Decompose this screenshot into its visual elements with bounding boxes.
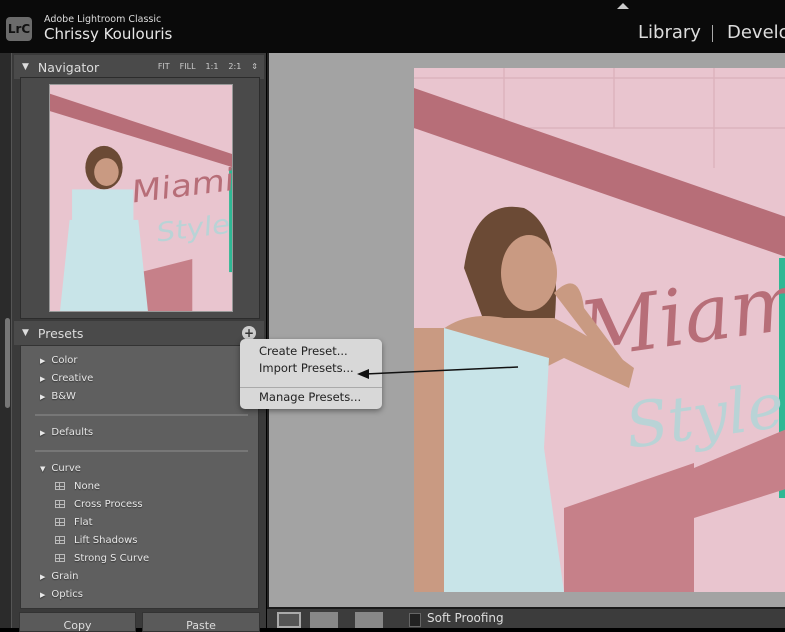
menu-create-preset[interactable]: Create Preset... bbox=[259, 344, 348, 358]
menu-import-presets[interactable]: Import Presets... bbox=[259, 361, 354, 375]
copy-button[interactable]: Copy bbox=[19, 612, 136, 632]
loupe-view-button[interactable] bbox=[277, 612, 301, 628]
paste-button[interactable]: Paste bbox=[142, 612, 260, 632]
preset-item[interactable]: Strong S Curve bbox=[55, 553, 149, 564]
preset-group-bw[interactable]: ▶ B&W bbox=[40, 391, 76, 402]
navigator-preview[interactable]: Miami Style bbox=[20, 77, 260, 319]
image-view: Miami Style bbox=[267, 53, 785, 607]
lrc-logo: LrC bbox=[6, 17, 32, 41]
left-panel-edge bbox=[0, 53, 12, 628]
preset-item[interactable]: Flat bbox=[55, 517, 93, 528]
preset-group-optics[interactable]: ▶ Optics bbox=[40, 589, 83, 600]
collapse-triangle-icon: ▼ bbox=[22, 62, 29, 72]
soft-proofing-label: Soft Proofing bbox=[427, 611, 504, 625]
collapse-top-panel-icon[interactable] bbox=[617, 3, 629, 9]
preset-item[interactable]: Lift Shadows bbox=[55, 535, 137, 546]
annotation-arrow-icon bbox=[357, 366, 519, 379]
app-name: Adobe Lightroom Classic bbox=[44, 14, 162, 25]
preset-group-color[interactable]: ▶ Color bbox=[40, 355, 78, 366]
swap-button[interactable] bbox=[355, 612, 383, 628]
preset-icon bbox=[55, 500, 65, 508]
main-photo[interactable]: Miami Style bbox=[414, 68, 785, 592]
navigator-thumbnail[interactable]: Miami Style bbox=[49, 84, 233, 312]
preset-item[interactable]: None bbox=[55, 481, 100, 492]
preset-icon bbox=[55, 536, 65, 544]
add-preset-icon[interactable]: + bbox=[242, 326, 256, 340]
preset-icon bbox=[55, 554, 65, 562]
navigator-title: Navigator bbox=[37, 59, 100, 75]
module-separator bbox=[712, 25, 713, 42]
soft-proofing-checkbox[interactable] bbox=[409, 613, 421, 627]
collapse-triangle-icon: ▼ bbox=[22, 328, 29, 338]
module-develop[interactable]: Develo bbox=[727, 22, 785, 43]
navigator-header[interactable]: ▼ Navigator FIT FILL 1:1 2:1 ⇕ bbox=[14, 55, 264, 79]
user-name: Chrissy Koulouris bbox=[44, 25, 173, 43]
scrollbar[interactable] bbox=[5, 318, 10, 408]
zoom-stepper-icon[interactable]: ⇕ bbox=[251, 62, 258, 71]
preset-group-defaults[interactable]: ▶ Defaults bbox=[40, 427, 93, 438]
preset-item[interactable]: Cross Process bbox=[55, 499, 143, 510]
zoom-1-1[interactable]: 1:1 bbox=[206, 62, 219, 71]
preset-icon bbox=[55, 482, 65, 490]
module-library[interactable]: Library bbox=[638, 22, 701, 43]
zoom-fit[interactable]: FIT bbox=[158, 62, 170, 71]
menu-separator bbox=[240, 387, 382, 388]
preset-group-curve[interactable]: ▼ Curve bbox=[40, 463, 81, 474]
zoom-fill[interactable]: FILL bbox=[180, 62, 196, 71]
preset-group-grain[interactable]: ▶ Grain bbox=[40, 571, 79, 582]
preset-icon bbox=[55, 518, 65, 526]
before-after-button[interactable] bbox=[310, 612, 338, 628]
menu-manage-presets[interactable]: Manage Presets... bbox=[259, 390, 361, 404]
top-bar: LrC Adobe Lightroom Classic Chrissy Koul… bbox=[0, 0, 785, 53]
divider bbox=[35, 414, 248, 416]
zoom-2-1[interactable]: 2:1 bbox=[228, 62, 241, 71]
presets-header[interactable]: ▼ Presets bbox=[14, 321, 264, 345]
divider bbox=[35, 450, 248, 452]
presets-title: Presets bbox=[37, 325, 84, 341]
left-panel: ▼ Navigator FIT FILL 1:1 2:1 ⇕ Miami Sty… bbox=[0, 53, 266, 632]
bottom-toolbar: Soft Proofing bbox=[267, 607, 785, 628]
preset-group-creative[interactable]: ▶ Creative bbox=[40, 373, 93, 384]
presets-list: ▶ Color ▶ Creative ▶ B&W ▶ Defaults ▼ Curve N… bbox=[20, 345, 259, 609]
